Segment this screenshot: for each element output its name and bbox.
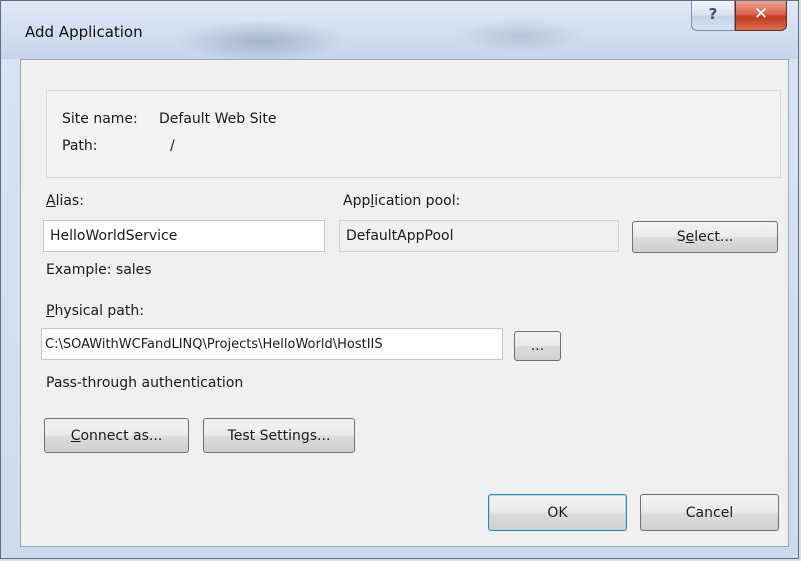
browse-path-button[interactable]: ... [514,331,561,361]
site-info-panel: Site name: Default Web Site Path: / [46,90,781,178]
help-button[interactable]: ? [691,1,735,31]
alias-input[interactable] [43,220,325,252]
dialog-body: Site name: Default Web Site Path: / Alia… [20,59,789,547]
connect-as-button[interactable]: Connect as... [44,418,189,453]
alias-example: Example: sales [46,262,152,278]
authentication-label: Pass-through authentication [46,375,244,391]
test-settings-button[interactable]: Test Settings... [203,418,355,453]
application-pool-field [339,220,619,252]
alias-label: Alias: [46,193,84,209]
close-icon: ✕ [753,4,769,24]
window-title: Add Application [25,23,143,41]
ok-button[interactable]: OK [488,494,627,531]
physical-path-label: Physical path: [46,303,144,319]
close-button[interactable]: ✕ [735,1,787,31]
add-application-dialog: Add Application ? ✕ Site name: Default W… [0,0,799,559]
select-pool-button[interactable]: Select... [632,221,778,253]
path-value: / [170,138,175,154]
path-label: Path: [62,138,98,154]
site-name-label: Site name: [62,111,138,127]
application-pool-label: Application pool: [343,193,461,209]
cancel-button[interactable]: Cancel [640,494,779,531]
title-bar[interactable]: Add Application ? ✕ [1,1,798,59]
physical-path-input[interactable] [41,328,503,360]
help-icon: ? [708,5,718,23]
site-name-value: Default Web Site [159,111,277,127]
